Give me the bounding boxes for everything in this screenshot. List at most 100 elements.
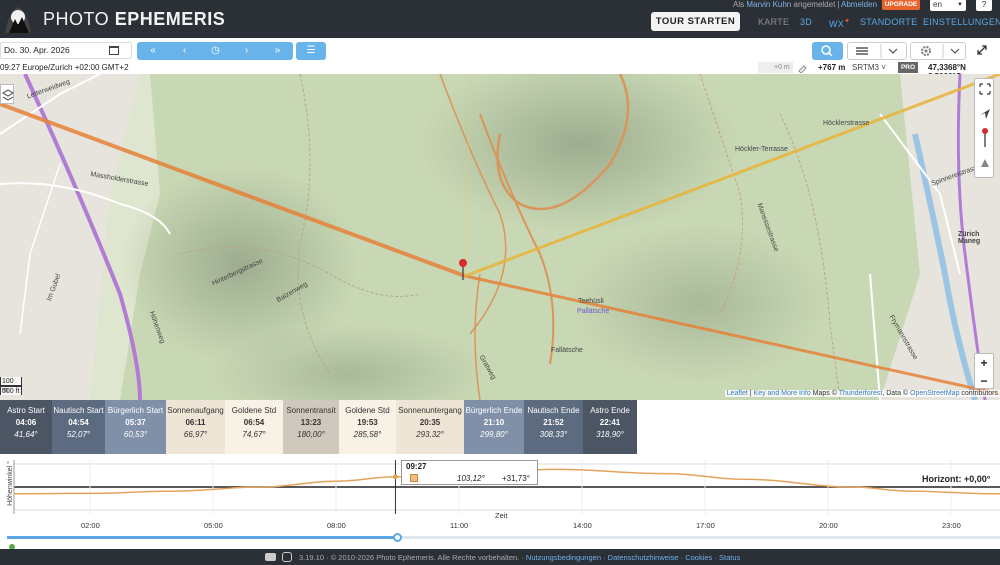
brand-title[interactable]: PHOTO EPHEMERIS [43, 9, 225, 30]
map-label: Fallätsche [551, 347, 583, 354]
map-attribution: Leaflet | Key and More Info Maps © Thund… [724, 390, 1000, 397]
prev-step-button[interactable]: ‹ [169, 42, 200, 60]
zoom-in-button[interactable]: + [975, 354, 993, 372]
key-info-link[interactable]: Key and More Info [754, 390, 811, 397]
sun-phase-cell[interactable]: Astro Ende 22:41 318,90° [583, 400, 637, 454]
fullscreen-button[interactable] [970, 42, 994, 60]
time-slider-fill [7, 536, 397, 539]
edit-icon[interactable] [797, 63, 807, 73]
nav-einstellungen[interactable]: EINSTELLUNGEN [923, 17, 1000, 27]
sun-phase-cell[interactable]: Sonnenuntergang 20:35 293,32° [396, 400, 464, 454]
now-clock-button[interactable]: ◷ [200, 42, 231, 60]
logout-link[interactable]: Abmelden [841, 0, 877, 9]
search-icon [821, 45, 833, 57]
next-step-button[interactable]: › [231, 42, 262, 60]
layers-list-button[interactable] [847, 42, 907, 60]
layers-icon [2, 89, 14, 101]
cookies-link[interactable]: Cookies [685, 553, 712, 562]
instagram-icon[interactable] [282, 552, 292, 562]
sun-phase-cell[interactable]: Sonnenaufgang 06:11 66,97° [166, 400, 225, 454]
time-slider-thumb[interactable] [393, 533, 402, 542]
phase-angle: 299,80° [480, 430, 508, 439]
phase-time: 19:53 [357, 418, 378, 427]
nav-karte[interactable]: KARTE [758, 17, 789, 27]
footer-text: 3.19.10 · © 2010-2026 Photo Ephemeris. A… [299, 553, 741, 562]
dem-select[interactable]: SRTM3 ˅ [852, 63, 886, 72]
top-nav-bar: PHOTO EPHEMERIS Als Marvin Kuhn angemeld… [0, 0, 1000, 38]
phase-angle: 318,90° [596, 430, 624, 439]
next-day-button[interactable]: » [262, 42, 293, 60]
language-select[interactable]: en ▼ [930, 0, 966, 11]
status-link[interactable]: Status [719, 553, 740, 562]
zoom-out-button[interactable]: − [975, 372, 993, 390]
menu-button[interactable]: ☰ [296, 42, 326, 60]
x-tick-label: 11:00 [450, 521, 469, 530]
privacy-link[interactable]: Datenschutzhinweise [608, 553, 679, 562]
x-tick-label: 20:00 [819, 521, 838, 530]
phase-name: Astro Start [7, 406, 45, 415]
phase-name: Astro Ende [590, 406, 630, 415]
calendar-icon[interactable] [109, 46, 119, 55]
footer: 3.19.10 · © 2010-2026 Photo Ephemeris. A… [0, 549, 1000, 565]
sun-phase-cell[interactable]: Nautisch Ende 21:52 308,33° [524, 400, 583, 454]
upgrade-button[interactable]: UPGRADE [882, 0, 920, 10]
help-button[interactable]: ? [976, 0, 992, 11]
list-icon [856, 44, 898, 58]
settings-button[interactable] [910, 42, 966, 60]
scale-metric: 100 m [0, 377, 22, 394]
zoom-control[interactable]: + − [974, 353, 994, 389]
prev-day-button[interactable]: « [137, 42, 169, 60]
horizon-label: Horizont: +0,00° [922, 474, 991, 484]
phase-time: 20:35 [419, 418, 441, 427]
nav-wx[interactable]: WX✦ [829, 17, 850, 29]
tour-start-button[interactable]: TOUR STARTEN [651, 12, 740, 31]
thunderforest-link[interactable]: Thunderforest [839, 390, 883, 397]
nav-3d[interactable]: 3D [800, 17, 812, 27]
phase-name: Goldene Std [345, 406, 390, 415]
user-name-link[interactable]: Marvin Kuhn [746, 0, 791, 9]
nav-standorte[interactable]: STANDORTE [860, 17, 917, 27]
terms-link[interactable]: Nutzungsbedingungen [526, 553, 601, 562]
expand-icon [977, 45, 987, 55]
user-status: Als Marvin Kuhn angemeldet | [733, 0, 840, 9]
sun-phase-cell[interactable]: Bürgerlich Ende 21:10 299,80° [464, 400, 524, 454]
phase-time: 13:23 [300, 418, 322, 427]
phase-time: 05:37 [125, 418, 146, 427]
sun-phase-cell[interactable]: Bürgerlich Start 05:37 60,53° [105, 400, 166, 454]
x-tick-label: 02:00 [81, 521, 100, 530]
map-view[interactable]: Letterweidweg Massholderstrasse Hinterbe… [0, 74, 1000, 400]
phase-angle: 308,33° [539, 430, 568, 439]
x-tick-label: 08:00 [327, 521, 346, 530]
elevation-offset-chip[interactable]: +0 m [758, 62, 793, 73]
tooltip-azimuth: 103,12° [457, 474, 485, 483]
chevron-down-icon: ▼ [957, 2, 963, 8]
search-button[interactable] [812, 42, 843, 60]
phase-name: Bürgerlich Start [107, 406, 164, 415]
timezone-label: 09:27 Europe/Zurich +02:00 GMT+2 [0, 63, 129, 72]
phase-time: 06:11 [185, 418, 206, 427]
phase-angle: 66,97° [183, 430, 208, 439]
sun-phase-bar: Astro Start 04:06 41,64° Nautisch Start 04:5… [0, 400, 1000, 454]
leaflet-link[interactable]: Leaflet [727, 390, 748, 397]
phase-name: Nautisch Ende [527, 406, 580, 415]
sun-phase-cell[interactable]: Astro Start 04:06 41,64° [0, 400, 52, 454]
sun-phase-cell[interactable]: Goldene Std 06:54 74,67° [225, 400, 283, 454]
x-tick-label: 14:00 [573, 521, 592, 530]
phase-angle: 60,53° [123, 430, 148, 439]
phase-angle: 293,32° [416, 430, 444, 439]
osm-link[interactable]: OpenStreetMap [910, 390, 959, 397]
date-input[interactable]: Do. 30. Apr. 2026 [0, 42, 132, 59]
map-tools-control[interactable] [974, 78, 994, 178]
sun-phase-cell[interactable]: Goldene Std 19:53 285,58° [339, 400, 396, 454]
x-tick-label: 05:00 [204, 521, 223, 530]
phase-angle: 74,67° [242, 430, 266, 439]
phase-name: Bürgerlich Ende [465, 406, 523, 415]
map-label: Pallätsche [577, 308, 610, 315]
phase-time: 22:41 [599, 418, 621, 427]
layers-control[interactable] [0, 84, 14, 104]
sun-phase-cell[interactable]: Sonnentransit 13:23 180,00° [283, 400, 339, 454]
youtube-icon[interactable] [265, 553, 276, 561]
logo-icon [5, 7, 31, 33]
map-label: Höckler-Terrasse [735, 146, 788, 153]
sun-phase-cell[interactable]: Nautisch Start 04:54 52,07° [52, 400, 105, 454]
